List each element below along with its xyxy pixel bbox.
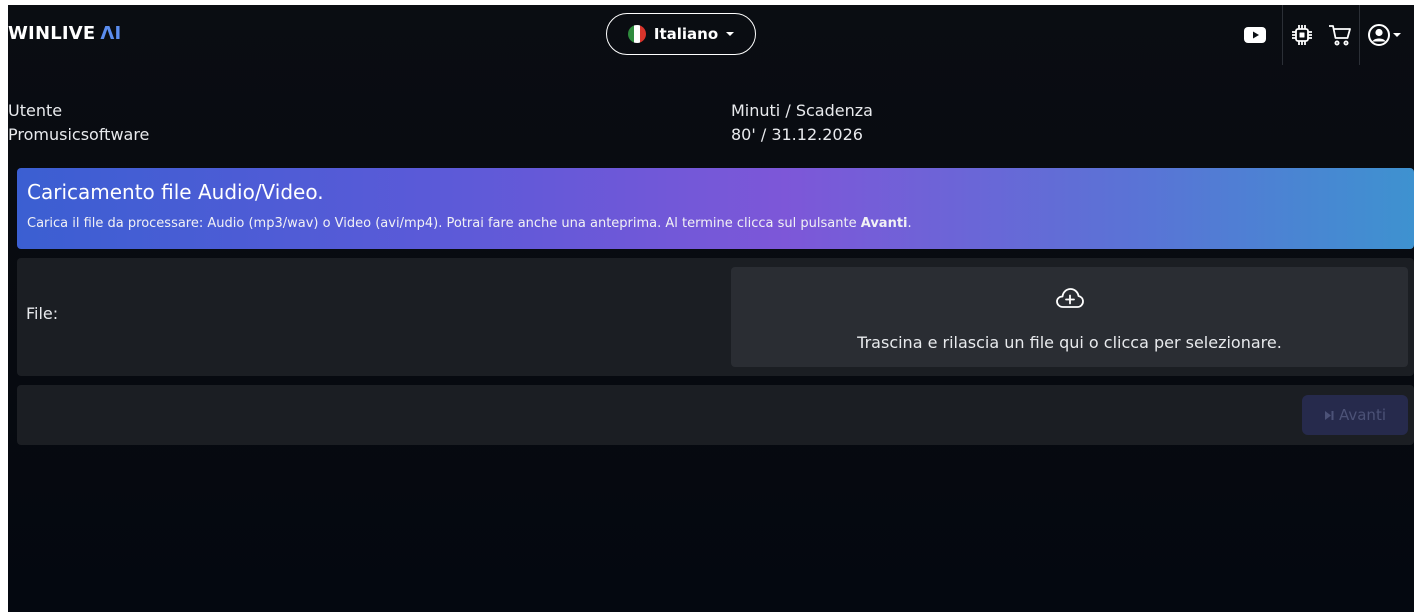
banner-text: Carica il file da processare: Audio (mp3… bbox=[27, 216, 912, 231]
app-window: WINLIVE ΛI Italiano Utente Promusicsoftw… bbox=[8, 5, 1414, 612]
language-selector[interactable]: Italiano bbox=[606, 13, 756, 55]
youtube-icon[interactable] bbox=[1238, 27, 1272, 43]
language-label: Italiano bbox=[653, 25, 719, 43]
plan-info: Minuti / Scadenza 80' / 31.12.2026 bbox=[731, 99, 873, 147]
banner-title: Caricamento file Audio/Video. bbox=[27, 180, 324, 204]
chevron-down-icon bbox=[726, 32, 735, 36]
brand-name: WINLIVE bbox=[8, 23, 96, 44]
top-navbar: WINLIVE ΛI Italiano bbox=[8, 5, 1414, 65]
next-button[interactable]: Avanti bbox=[1302, 395, 1408, 435]
italy-flag-icon bbox=[627, 25, 646, 43]
user-info: Utente Promusicsoftware bbox=[8, 99, 149, 147]
chevron-down-icon bbox=[1393, 33, 1401, 37]
plan-label: Minuti / Scadenza bbox=[731, 101, 873, 120]
user-icon bbox=[1368, 24, 1390, 46]
plan-value: 80' / 31.12.2026 bbox=[731, 125, 863, 144]
brand-suffix: ΛI bbox=[100, 23, 122, 44]
skip-forward-icon bbox=[1324, 410, 1334, 420]
user-menu[interactable] bbox=[1360, 24, 1414, 46]
user-label: Utente bbox=[8, 101, 63, 120]
chip-icon[interactable] bbox=[1283, 24, 1321, 46]
cart-icon[interactable] bbox=[1321, 24, 1359, 46]
upload-info-banner: Caricamento file Audio/Video. Carica il … bbox=[17, 168, 1414, 249]
file-upload-card: File: Trascina e rilascia un file qui o … bbox=[17, 258, 1414, 376]
user-value: Promusicsoftware bbox=[8, 125, 150, 144]
cloud-upload-icon bbox=[1056, 288, 1084, 308]
banner-emphasis: Avanti bbox=[860, 216, 908, 231]
file-label: File: bbox=[26, 304, 59, 323]
brand-logo[interactable]: WINLIVE ΛI bbox=[8, 23, 121, 44]
next-button-label: Avanti bbox=[1338, 406, 1386, 424]
dropzone-text: Trascina e rilascia un file qui o clicca… bbox=[857, 333, 1282, 352]
action-bar: Avanti bbox=[17, 385, 1414, 445]
file-dropzone[interactable]: Trascina e rilascia un file qui o clicca… bbox=[731, 267, 1408, 367]
topbar-icons bbox=[1238, 5, 1414, 65]
